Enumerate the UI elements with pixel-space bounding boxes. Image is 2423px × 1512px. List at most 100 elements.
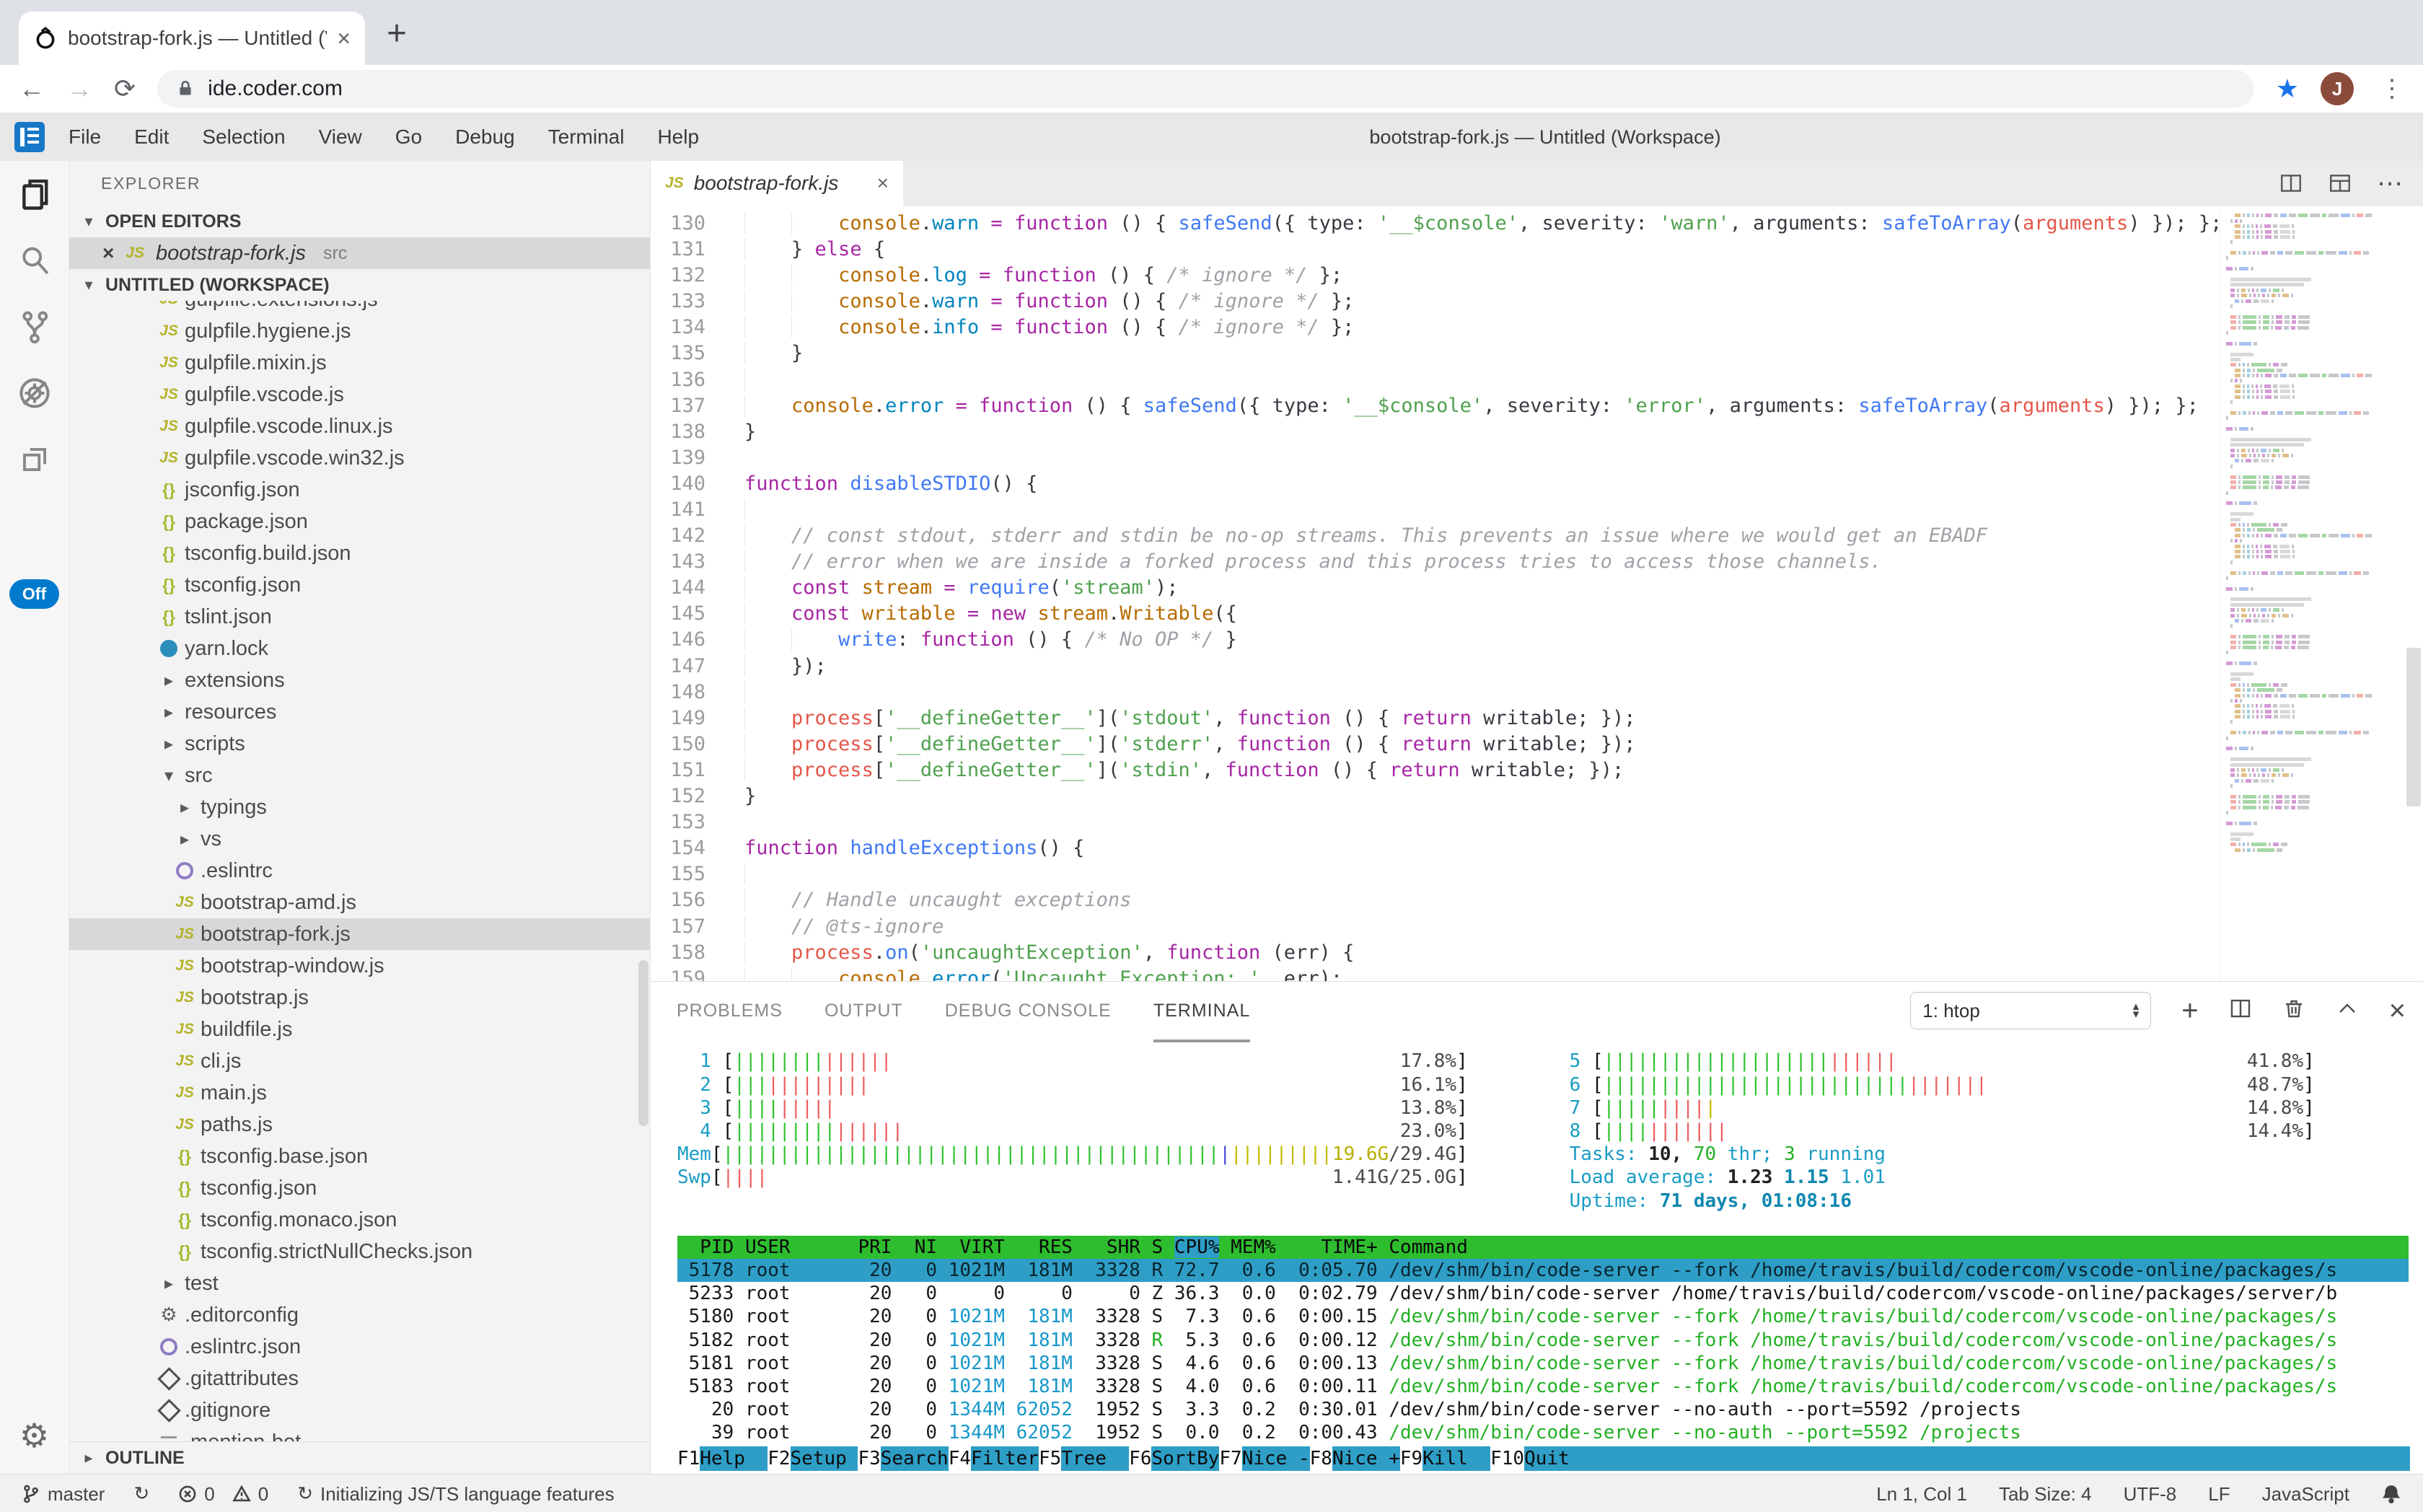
file-cli.js[interactable]: JScli.js xyxy=(69,1045,650,1077)
branch-indicator[interactable]: master xyxy=(22,1483,105,1506)
code-line-150[interactable]: 150 process['__defineGetter__']('stderr'… xyxy=(651,731,2222,757)
code-line-139[interactable]: 139 xyxy=(651,445,2222,471)
outline-header[interactable]: ▸ OUTLINE xyxy=(69,1441,650,1474)
code-line-155[interactable]: 155 xyxy=(651,861,2222,887)
panel-tab-problems[interactable]: PROBLEMS xyxy=(677,982,783,1042)
process-row-5233[interactable]: 5233 root 20 0 0 0 0 Z 36.3 0.0 0:02.79 … xyxy=(677,1282,2409,1305)
new-terminal-icon[interactable]: + xyxy=(2181,996,2198,1025)
file-main.js[interactable]: JSmain.js xyxy=(69,1077,650,1109)
off-badge[interactable]: Off xyxy=(9,579,59,609)
kill-terminal-icon[interactable] xyxy=(2282,996,2305,1025)
code-line-130[interactable]: 130 console.warn = function () { safeSen… xyxy=(651,211,2222,237)
file-tsconfig.json[interactable]: {}tsconfig.json xyxy=(69,569,650,601)
address-bar[interactable]: ide.coder.com xyxy=(157,70,2254,107)
code-line-148[interactable]: 148 xyxy=(651,680,2222,706)
file-gulpfile.hygiene.js[interactable]: JSgulpfile.hygiene.js xyxy=(69,315,650,347)
menu-file[interactable]: File xyxy=(52,126,118,149)
sidebar-scrollbar[interactable] xyxy=(638,960,648,1126)
code-line-154[interactable]: 154function handleExceptions() { xyxy=(651,835,2222,861)
file-package.json[interactable]: {}package.json xyxy=(69,506,650,537)
avatar[interactable]: J xyxy=(2321,72,2354,105)
close-panel-icon[interactable]: × xyxy=(2389,996,2406,1025)
file-tslint.json[interactable]: {}tslint.json xyxy=(69,601,650,633)
menu-selection[interactable]: Selection xyxy=(185,126,302,149)
code-line-156[interactable]: 156 // Handle uncaught exceptions xyxy=(651,887,2222,913)
code-line-135[interactable]: 135 } xyxy=(651,340,2222,366)
file-gulpfile.vscode.linux.js[interactable]: JSgulpfile.vscode.linux.js xyxy=(69,410,650,442)
language-mode[interactable]: JavaScript xyxy=(2262,1483,2349,1506)
problems-indicator[interactable]: 0 0 xyxy=(178,1483,268,1506)
bookmark-star-icon[interactable]: ★ xyxy=(2276,74,2299,104)
process-row-5183[interactable]: 5183 root 20 0 1021M 181M 3328 S 4.0 0.6… xyxy=(677,1375,2409,1398)
panel-tab-debug-console[interactable]: DEBUG CONSOLE xyxy=(945,982,1112,1042)
code-line-146[interactable]: 146 write: function () { /* No OP */ } xyxy=(651,627,2222,653)
file-tsconfig.build.json[interactable]: {}tsconfig.build.json xyxy=(69,537,650,569)
file-tsconfig.base.json[interactable]: {}tsconfig.base.json xyxy=(69,1140,650,1172)
file-yarn.lock[interactable]: yarn.lock xyxy=(69,633,650,664)
code-line-134[interactable]: 134 console.info = function () { /* igno… xyxy=(651,315,2222,340)
minimap[interactable] xyxy=(2220,206,2402,981)
file-gulpfile.mixin.js[interactable]: JSgulpfile.mixin.js xyxy=(69,347,650,379)
code-line-152[interactable]: 152} xyxy=(651,783,2222,809)
code-editor[interactable]: 130 console.warn = function () { safeSen… xyxy=(651,206,2423,981)
reload-icon[interactable]: ⟳ xyxy=(114,74,136,104)
file-src[interactable]: ▾src xyxy=(69,760,650,791)
file-.editorconfig[interactable]: ⚙.editorconfig xyxy=(69,1299,650,1331)
source-control-icon[interactable] xyxy=(0,294,69,360)
process-row-5178[interactable]: 5178 root 20 0 1021M 181M 3328 R 72.7 0.… xyxy=(677,1259,2409,1282)
file-tsconfig.json[interactable]: {}tsconfig.json xyxy=(69,1172,650,1204)
file-gulpfile.vscode.js[interactable]: JSgulpfile.vscode.js xyxy=(69,379,650,410)
debug-disabled-icon[interactable] xyxy=(0,360,69,426)
menu-debug[interactable]: Debug xyxy=(439,126,532,149)
terminal-select[interactable]: 1: htop ▴▾ xyxy=(1910,992,2151,1029)
code-line-158[interactable]: 158 process.on('uncaughtException', func… xyxy=(651,940,2222,966)
file-bootstrap-fork.js[interactable]: JSbootstrap-fork.js xyxy=(69,918,650,950)
code-line-141[interactable]: 141 xyxy=(651,497,2222,523)
htop-function-keys[interactable]: F1Help F2Setup F3SearchF4FilterF5Tree F6… xyxy=(677,1446,2410,1471)
file-bootstrap.js[interactable]: JSbootstrap.js xyxy=(69,982,650,1014)
explorer-icon[interactable] xyxy=(0,161,69,227)
code-line-157[interactable]: 157 // @ts-ignore xyxy=(651,914,2222,940)
process-row-20[interactable]: 20 root 20 0 1344M 62052 1952 S 3.3 0.2 … xyxy=(677,1398,2409,1421)
code-line-159[interactable]: 159 console.error('Uncaught Exception: '… xyxy=(651,966,2222,982)
file-paths.js[interactable]: JSpaths.js xyxy=(69,1109,650,1140)
file-.eslintrc.json[interactable]: .eslintrc.json xyxy=(69,1331,650,1363)
back-icon[interactable]: ← xyxy=(19,74,45,104)
code-line-151[interactable]: 151 process['__defineGetter__']('stdin',… xyxy=(651,757,2222,783)
sync-button[interactable]: ↻ xyxy=(133,1483,149,1505)
file-.eslintrc[interactable]: .eslintrc xyxy=(69,855,650,887)
open-editor-item[interactable]: × JS bootstrap-fork.js src xyxy=(69,237,650,269)
layout-icon[interactable] xyxy=(2328,171,2352,195)
code-line-136[interactable]: 136 xyxy=(651,367,2222,393)
code-line-144[interactable]: 144 const stream = require('stream'); xyxy=(651,575,2222,601)
file-.gitattributes[interactable]: .gitattributes xyxy=(69,1363,650,1394)
bell-icon[interactable] xyxy=(2381,1484,2401,1504)
browser-tab[interactable]: bootstrap-fork.js — Untitled (V × xyxy=(19,12,365,65)
process-row-5180[interactable]: 5180 root 20 0 1021M 181M 3328 S 7.3 0.6… xyxy=(677,1305,2409,1328)
code-line-140[interactable]: 140function disableSTDIO() { xyxy=(651,471,2222,497)
app-logo-icon[interactable] xyxy=(14,122,45,152)
file-gulpfile.vscode.win32.js[interactable]: JSgulpfile.vscode.win32.js xyxy=(69,442,650,474)
split-editor-icon[interactable] xyxy=(2279,171,2303,195)
panel-tab-terminal[interactable]: TERMINAL xyxy=(1153,982,1250,1042)
maximize-panel-icon[interactable] xyxy=(2336,996,2359,1025)
encoding[interactable]: UTF-8 xyxy=(2124,1483,2177,1506)
split-terminal-icon[interactable] xyxy=(2229,996,2252,1025)
file-scripts[interactable]: ▸scripts xyxy=(69,728,650,760)
file-bootstrap-amd.js[interactable]: JSbootstrap-amd.js xyxy=(69,887,650,918)
close-icon[interactable]: × xyxy=(102,242,114,265)
file-resources[interactable]: ▸resources xyxy=(69,696,650,728)
tab-close-icon[interactable]: × xyxy=(337,25,351,52)
editor-tab[interactable]: JS bootstrap-fork.js × xyxy=(651,161,903,206)
process-row-5182[interactable]: 5182 root 20 0 1021M 181M 3328 R 5.3 0.6… xyxy=(677,1329,2409,1352)
search-icon[interactable] xyxy=(0,227,69,294)
extensions-icon[interactable] xyxy=(0,426,69,493)
new-tab-button[interactable]: + xyxy=(387,14,407,53)
file-buildfile.js[interactable]: JSbuildfile.js xyxy=(69,1014,650,1045)
process-row-5181[interactable]: 5181 root 20 0 1021M 181M 3328 S 4.6 0.6… xyxy=(677,1352,2409,1375)
file-tsconfig.monaco.json[interactable]: {}tsconfig.monaco.json xyxy=(69,1204,650,1236)
tab-close-icon[interactable]: × xyxy=(877,172,889,195)
code-line-153[interactable]: 153 xyxy=(651,809,2222,835)
code-line-147[interactable]: 147 }); xyxy=(651,654,2222,680)
file-jsconfig.json[interactable]: {}jsconfig.json xyxy=(69,474,650,506)
